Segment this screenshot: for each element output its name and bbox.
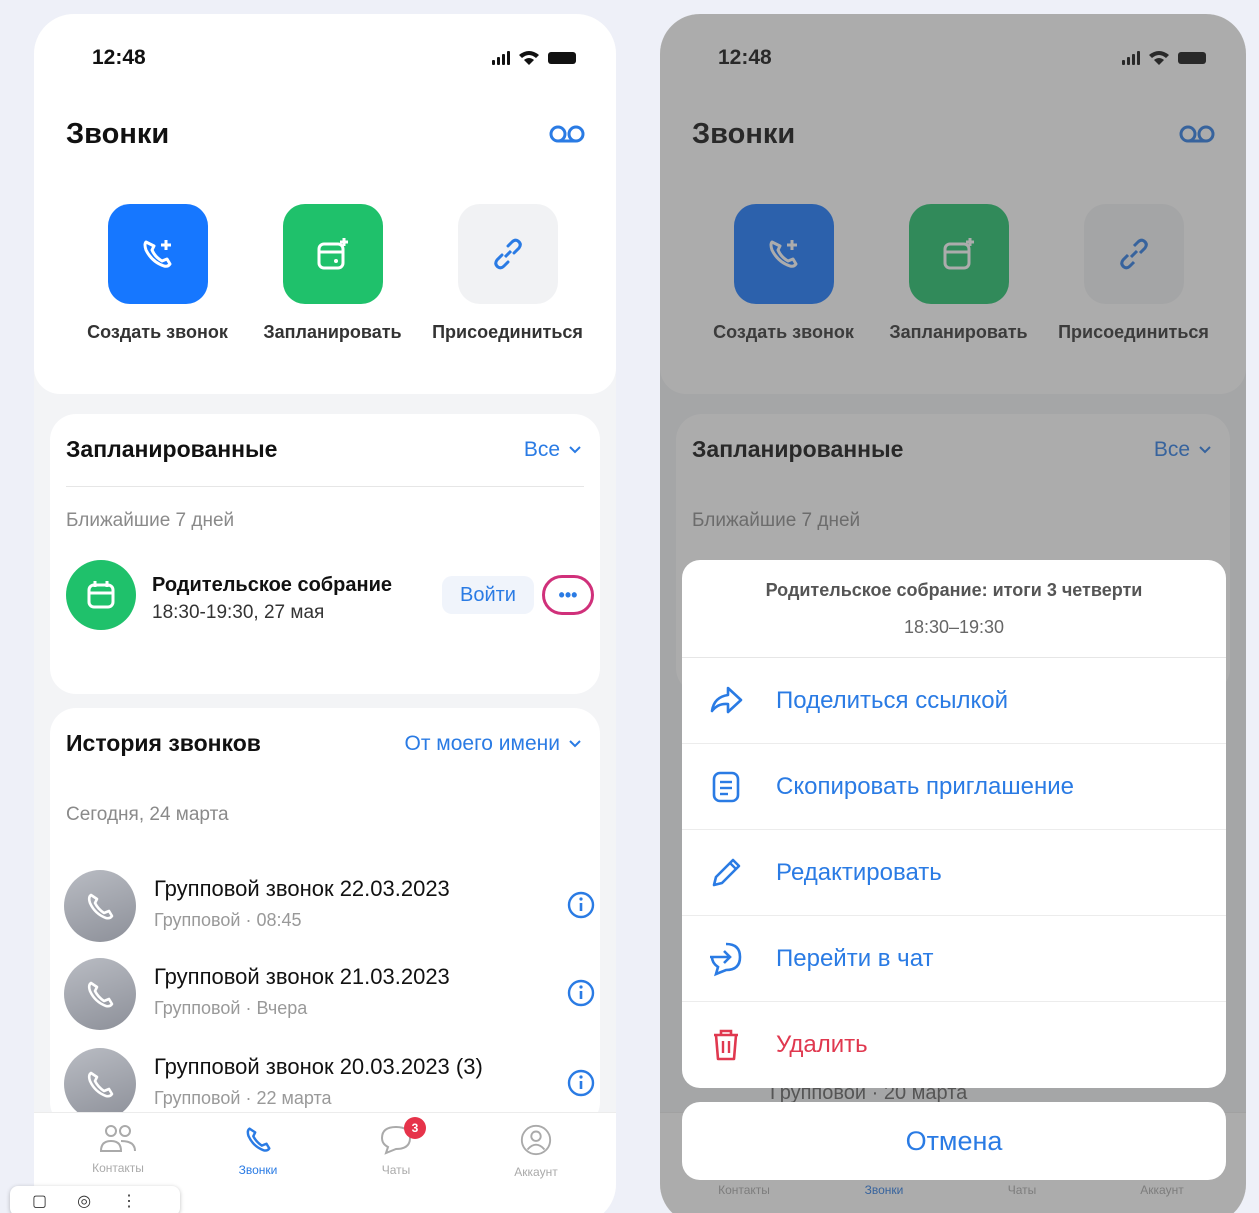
tab-chats[interactable]: 3 Чаты [336,1117,456,1177]
battery-icon [548,52,576,64]
info-icon[interactable] [566,978,596,1008]
join-tile[interactable] [457,204,558,304]
history-filter-label: От моего имени [404,732,560,755]
event-time: 18:30-19:30, 27 мая [152,602,325,623]
tab-account-label: Аккаунт [514,1165,558,1179]
quick-actions: Создать звонок Запланировать Присоединит… [70,204,595,343]
copy-invitation-label: Скопировать приглашение [776,772,1074,800]
phone-icon [87,893,114,920]
scheduled-title: Запланированные [66,436,278,462]
info-icon[interactable] [566,890,596,920]
event-title[interactable]: Родительское собрание [152,574,392,597]
phone-screen-actions-sheet: 12:48 Звонки Создать звонок Запланироват… [660,14,1246,1213]
schedule-tile[interactable] [282,204,383,304]
share-link-option[interactable]: Поделиться ссылкой [682,658,1226,744]
schedule-label: Запланировать [263,322,402,342]
share-link-label: Поделиться ссылкой [776,686,1008,714]
action-sheet-header: Родительское собрание: итоги 3 четверти … [682,560,1226,658]
call-subtitle: Групповой · 08:45 [154,910,302,930]
document-icon [712,771,740,802]
create-call-tile[interactable] [107,204,208,304]
phone-icon [87,981,114,1008]
delete-option[interactable]: Удалить [682,1002,1226,1088]
trash-icon [714,1029,738,1061]
chevron-down-icon [569,446,581,454]
calendar-plus-icon [317,238,348,270]
phone-icon [87,1071,114,1098]
contacts-icon [99,1125,136,1152]
call-avatar [64,958,136,1030]
call-row[interactable]: Групповой звонок 21.03.2023 Групповой · … [64,958,596,1038]
phone-icon [246,1127,271,1152]
status-bar: 12:48 [92,46,576,76]
go-to-chat-option[interactable]: Перейти в чат [682,916,1226,1002]
more-vertical-icon[interactable]: ⋮ [121,1191,137,1211]
scheduled-card: Запланированные Все Ближайшие 7 дней Род… [50,414,600,694]
calendar-icon [87,581,115,609]
chats-badge: 3 [404,1117,426,1139]
call-title: Групповой звонок 20.03.2023 (3) [154,1054,483,1079]
account-icon [520,1124,552,1156]
camera-icon[interactable]: ◎ [77,1191,91,1211]
history-date: Сегодня, 24 марта [66,804,229,825]
delete-label: Удалить [776,1031,868,1058]
tab-calls[interactable]: Звонки [198,1123,318,1177]
signal-icon [492,51,510,65]
action-sheet-time: 18:30–19:30 [903,616,1005,637]
phone-screen-calls: 12:48 Звонки Создать звонок Запланироват… [34,14,616,1213]
join-label: Присоединиться [432,322,583,342]
tab-account[interactable]: Аккаунт [476,1123,596,1179]
create-call-button[interactable]: Создать звонок [70,204,245,343]
scheduled-subtitle: Ближайшие 7 дней [66,510,235,531]
share-icon [710,686,743,713]
call-subtitle: Групповой · Вчера [154,998,308,1018]
square-icon[interactable]: ▢ [32,1191,47,1211]
copy-invitation-option[interactable]: Скопировать приглашение [682,744,1226,830]
phone-plus-icon [143,240,171,268]
info-icon[interactable] [566,1068,596,1098]
wifi-icon [519,51,539,65]
call-avatar [64,1048,136,1120]
history-filter[interactable]: От моего имени [405,732,582,756]
tab-contacts[interactable]: Контакты [58,1123,178,1175]
edit-label: Редактировать [776,858,942,886]
chat-arrow-icon [710,942,742,976]
tab-contacts-label: Контакты [92,1161,144,1175]
schedule-button[interactable]: Запланировать [245,204,420,343]
action-sheet: Родительское собрание: итоги 3 четверти … [682,560,1226,1088]
scheduled-filter-label: Все [523,438,560,461]
go-to-chat-label: Перейти в чат [776,944,934,972]
cancel-button[interactable]: Отмена [682,1102,1226,1180]
media-controls-chip: ▢ ◎ ⋮ [10,1186,180,1213]
edit-option[interactable]: Редактировать [682,830,1226,916]
create-call-label: Создать звонок [87,322,228,342]
voicemail-icon[interactable] [548,122,586,146]
scheduled-filter[interactable]: Все [524,438,582,462]
call-row[interactable]: Групповой звонок 22.03.2023 Групповой · … [64,870,596,950]
link-icon [493,238,522,270]
chevron-down-icon [569,740,581,748]
call-title: Групповой звонок 22.03.2023 [154,876,450,901]
pencil-icon [712,858,741,886]
more-options-button[interactable]: ••• [542,575,594,615]
call-subtitle: Групповой · 22 марта [154,1088,332,1108]
call-title: Групповой звонок 21.03.2023 [154,964,450,989]
tab-calls-label: Звонки [238,1163,278,1177]
action-sheet-title: Родительское собрание: итоги 3 четверти [765,579,1143,600]
tab-chats-label: Чаты [381,1163,411,1177]
event-icon [66,560,136,630]
join-button[interactable]: Присоединиться [420,204,595,343]
status-time: 12:48 [92,46,146,69]
enter-button[interactable]: Войти [442,576,534,614]
call-avatar [64,870,136,942]
page-title: Звонки [66,118,170,150]
history-title: История звонков [66,730,261,756]
